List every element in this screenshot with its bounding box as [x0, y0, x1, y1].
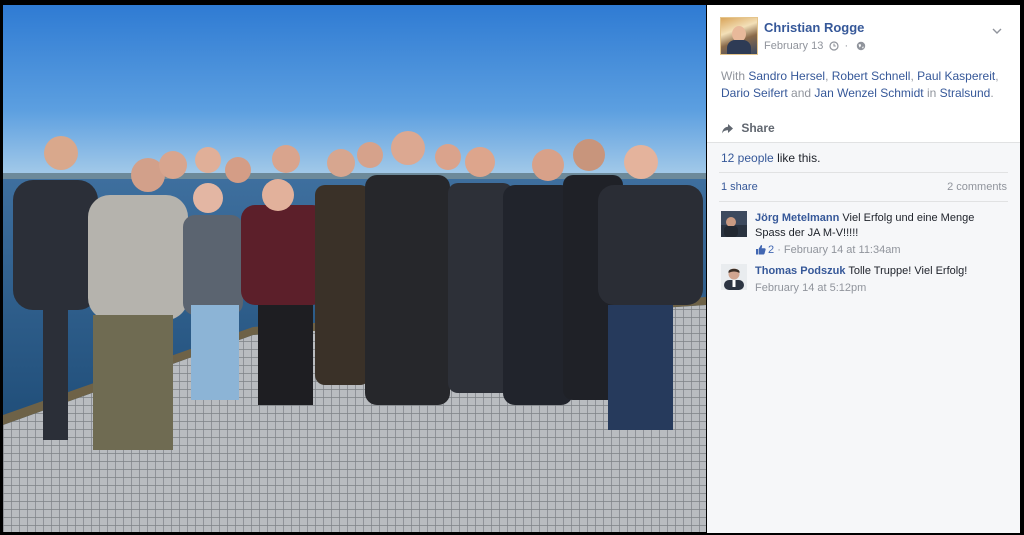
commenter-avatar[interactable] [721, 211, 747, 237]
tagged-person-link[interactable]: Jan Wenzel Schmidt [814, 86, 923, 100]
meta-separator: · [844, 40, 849, 52]
comment-item: Jörg Metelmann Viel Erfolg und eine Meng… [721, 211, 1009, 261]
comment-time-link[interactable]: February 14 at 11:34am [784, 244, 901, 256]
comment-meta: February 14 at 5:12pm [755, 282, 866, 294]
with-prefix: With [721, 69, 745, 83]
and-word: and [791, 86, 812, 100]
divider [719, 201, 1008, 202]
feedback-section: 12 people like this. 1 share 2 comments … [707, 142, 1020, 533]
author-name-link[interactable]: Christian Rogge [764, 20, 864, 35]
post-header: Christian Rogge February 13 · [720, 17, 1008, 57]
globe-icon[interactable] [856, 41, 866, 54]
divider [719, 172, 1008, 173]
location-link[interactable]: Stralsund [940, 86, 991, 100]
comment-body: Jörg Metelmann Viel Erfolg und eine Meng… [755, 211, 1005, 241]
meta-dot: · [777, 244, 781, 256]
comment-time-link[interactable]: February 14 at 5:12pm [755, 282, 866, 294]
commenter-name-link[interactable]: Jörg Metelmann [755, 212, 839, 224]
post-meta: February 13 · [764, 40, 866, 54]
comma: , [910, 69, 914, 83]
share-button[interactable]: Share [721, 121, 775, 139]
likes-link[interactable]: 12 people [721, 151, 774, 165]
commenter-avatar[interactable] [721, 264, 747, 290]
likes-summary: 12 people like this. [721, 151, 820, 165]
tagged-person-link[interactable]: Paul Kaspereit [917, 69, 995, 83]
shares-link[interactable]: 1 share [721, 181, 758, 193]
comma: , [995, 69, 999, 83]
comments-count-link[interactable]: 2 comments [947, 181, 1007, 193]
likes-suffix: like this. [777, 151, 821, 165]
comment-item: Thomas Podszuk Tolle Truppe! Viel Erfolg… [721, 264, 1009, 300]
tagged-person-link[interactable]: Sandro Hersel [748, 69, 825, 83]
photo-viewer: Christian Rogge February 13 · With Sandr… [0, 0, 1024, 535]
tagged-person-link[interactable]: Dario Seifert [721, 86, 788, 100]
comment-like-count[interactable]: 2 [768, 244, 774, 256]
commenter-name-link[interactable]: Thomas Podszuk [755, 265, 845, 277]
post-tags-text: With Sandro Hersel, Robert Schnell, Paul… [721, 68, 1011, 102]
comment-body: Thomas Podszuk Tolle Truppe! Viel Erfolg… [755, 264, 1005, 279]
post-photo[interactable] [3, 5, 706, 532]
clock-icon [829, 41, 839, 54]
comment-meta: 2 · February 14 at 11:34am [755, 244, 901, 258]
chevron-down-icon[interactable] [992, 23, 1002, 34]
share-label: Share [741, 121, 775, 135]
in-word: in [926, 86, 937, 100]
comment-text: Tolle Truppe! Viel Erfolg! [848, 265, 968, 277]
share-arrow-icon [721, 123, 734, 138]
group-photo-image [3, 5, 706, 532]
post-panel: Christian Rogge February 13 · With Sandr… [707, 5, 1020, 533]
author-avatar[interactable] [720, 17, 758, 55]
tagged-person-link[interactable]: Robert Schnell [832, 69, 911, 83]
thumbs-up-icon[interactable] [755, 244, 766, 258]
avatar-body [727, 40, 751, 54]
period: . [990, 86, 994, 100]
post-date-link[interactable]: February 13 [764, 40, 823, 52]
comma: , [825, 69, 829, 83]
